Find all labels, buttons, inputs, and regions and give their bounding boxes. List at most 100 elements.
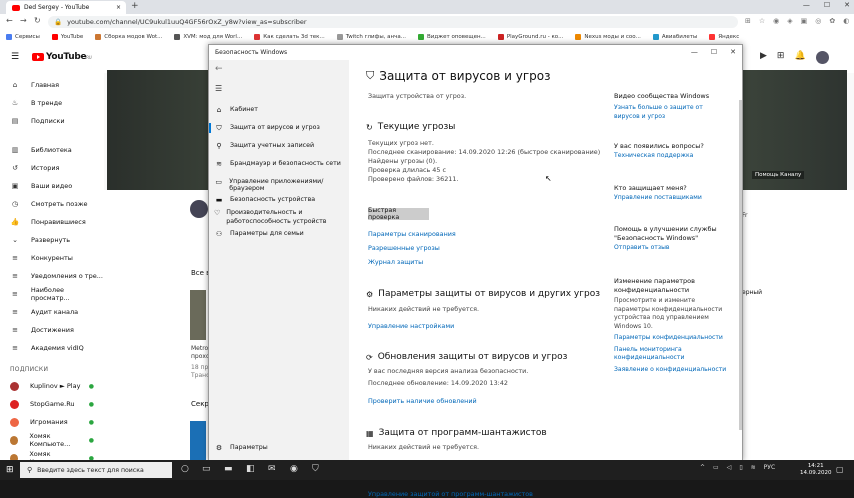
bookmark[interactable]: Twitch глифы, анча... [336,34,406,40]
extension-icon[interactable]: ◎ [815,17,821,25]
minimize-icon[interactable]: — [691,48,698,56]
notifications-icon[interactable]: ▢ [836,465,844,474]
sidebar-item-playlist[interactable]: ≡ Аудит канала [0,303,104,321]
video-thumbnail[interactable] [190,421,206,461]
sidebar-item-trending[interactable]: ♨ В тренде [0,94,104,112]
address-bar[interactable]: 🔒 youtube.com/channel/UC9ukul1uuQ4GF56rO… [48,16,738,28]
extension-icon[interactable]: ✿ [829,17,835,25]
extension-icon[interactable]: ▣ [801,17,808,25]
translate-icon[interactable]: ⊞ [745,17,751,25]
reload-icon[interactable]: ↻ [34,16,41,25]
sidebar-item-playlist[interactable]: ≡ Наиболее просматр... [0,285,104,303]
language-indicator[interactable]: РУС [764,464,775,471]
extension-icon[interactable]: ◉ [773,17,779,25]
quick-scan-button[interactable]: Быстрая проверка [368,207,429,221]
channel-avatar[interactable] [190,200,208,218]
manage-providers-link[interactable]: Управление поставщиками [614,194,729,203]
sidebar-item-home[interactable]: ⌂ Главная [0,76,104,94]
sidebar-item-playlist[interactable]: ≡ Уведомления о тре... [0,267,104,285]
sidebar-item-playlist[interactable]: ≡ Конкуренты [0,249,104,267]
sidebar-item-history[interactable]: ↺ История [0,159,104,177]
youtube-logo[interactable]: YouTube RU [32,52,92,62]
nav-item-device-security[interactable]: ▬ Безопасность устройства [209,196,349,204]
network-icon[interactable]: ▭ [713,464,719,471]
nav-item-family-options[interactable]: ⚇ Параметры для семьи [209,230,349,238]
privacy-statement-link[interactable]: Заявление о конфиденциальности [614,366,729,375]
bookmark[interactable]: Nexus моды и соо... [575,34,641,40]
bookmark[interactable]: Виджет оповещен... [418,34,486,40]
wifi-icon[interactable]: ≋ [751,464,756,471]
task-view-icon[interactable]: ▭ [202,464,211,474]
bookmark[interactable]: Как сделать 3d тек... [254,34,325,40]
send-feedback-link[interactable]: Отправить отзыв [614,244,729,253]
windows-start-icon[interactable]: ⊞ [6,465,14,475]
subscription-item[interactable]: Хомяк Компьюте...● [0,431,104,449]
chrome-icon[interactable]: ◉ [290,464,298,474]
video-thumbnail[interactable] [190,290,206,340]
nav-item-virus-protection[interactable]: ⛉ Защита от вирусов и угроз [209,123,349,133]
browser-tab[interactable]: Ded Sergey - YouTube × [6,1,126,14]
nav-item-home[interactable]: ⌂ Кабинет [209,106,349,114]
extension-icon[interactable]: ◐ [843,17,849,25]
battery-icon[interactable]: ▯ [739,464,742,471]
check-updates-link[interactable]: Проверить наличие обновлений [368,397,477,405]
help-channel-link[interactable]: Помощь Каналу [752,171,805,179]
maximize-icon[interactable]: ☐ [824,1,830,9]
privacy-dashboard-link[interactable]: Панель мониторинга конфиденциальности [614,346,729,363]
close-icon[interactable]: ✕ [844,1,850,9]
forward-arrow-icon[interactable]: → [20,16,27,25]
hamburger-icon[interactable]: ☰ [11,52,19,62]
sidebar-item-subscriptions[interactable]: ▤ Подписки [0,112,104,130]
subscription-item[interactable]: Игромания ● [0,413,104,431]
bookmark[interactable]: YouTube [51,34,83,40]
mail-icon[interactable]: ✉ [268,464,276,474]
bookmark[interactable]: Сервисы [6,34,40,40]
sidebar-item-library[interactable]: ▥ Библиотека [0,141,104,159]
maximize-icon[interactable]: ☐ [711,48,717,56]
sidebar-item-playlist[interactable]: ≡ Достижения [0,321,104,339]
sidebar-item-watch-later[interactable]: ◷ Смотреть позже [0,195,104,213]
sidebar-item-liked[interactable]: 👍 Понравившиеся [0,213,104,231]
apps-icon[interactable]: ⊞ [777,51,785,64]
volume-icon[interactable]: ◁ [727,464,732,471]
nav-item-app-browser-control[interactable]: ▭ Управление приложениями/браузером [209,178,349,192]
taskbar-clock[interactable]: 14:21 14.09.2020 [800,463,832,477]
windows-security-taskbar-icon[interactable]: ⛉ [312,464,319,474]
sidebar-item-expand[interactable]: ⌄ Развернуть [0,231,104,249]
close-icon[interactable]: ✕ [730,48,736,56]
subscription-item[interactable]: StopGame.Ru ● [0,395,104,413]
video-title[interactable]: Metro [191,345,208,352]
nav-item-settings[interactable]: ⚙ Параметры [209,444,349,452]
cortana-icon[interactable]: ○ [181,464,189,474]
manage-ransomware-link[interactable]: Управление защитой от программ-шантажист… [368,490,533,498]
protection-history-link[interactable]: Журнал защиты [368,258,423,266]
bell-icon[interactable]: 🔔 [794,51,805,64]
extension-icon[interactable]: ◈ [787,17,792,25]
back-arrow-icon[interactable]: ← [6,16,13,25]
tab-close-icon[interactable]: × [116,4,121,11]
bookmark[interactable]: XVM: мод для Worl... [174,34,242,40]
back-arrow-icon[interactable]: ← [215,64,223,74]
allowed-threats-link[interactable]: Разрешенные угрозы [368,244,440,252]
support-link[interactable]: Техническая поддержка [614,152,729,161]
bookmark[interactable]: Сборка модов Wot... [95,34,162,40]
nav-item-firewall[interactable]: ≋ Брандмауэр и безопасность сети [209,160,349,168]
minimize-icon[interactable]: — [803,1,810,9]
scan-options-link[interactable]: Параметры сканирования [368,230,456,238]
star-icon[interactable]: ☆ [759,17,765,25]
file-explorer-icon[interactable]: ▬ [224,464,233,474]
scrollbar[interactable] [739,100,742,430]
create-video-icon[interactable]: ▶ [760,51,767,64]
learn-more-link[interactable]: Узнать больше о защите от вирусов и угро… [614,104,729,121]
manage-settings-link[interactable]: Управление настройками [368,322,454,330]
sidebar-item-your-videos[interactable]: ▣ Ваши видео [0,177,104,195]
privacy-settings-link[interactable]: Параметры конфиденциальности [614,334,729,343]
taskbar-search[interactable]: ⚲ Введите здесь текст для поиска [20,462,172,478]
chevron-up-icon[interactable]: ^ [700,464,705,471]
avatar[interactable] [815,51,829,64]
bookmark[interactable]: PlayGround.ru - ко... [497,34,563,40]
new-tab-button[interactable]: + [131,1,139,11]
nav-item-account-protection[interactable]: ⚲ Защита учетных записей [209,142,349,150]
nav-item-device-performance[interactable]: ♡ Производительность и работоспособность … [209,209,327,226]
subscription-item[interactable]: Kuplinov ► Play ● [0,377,104,395]
